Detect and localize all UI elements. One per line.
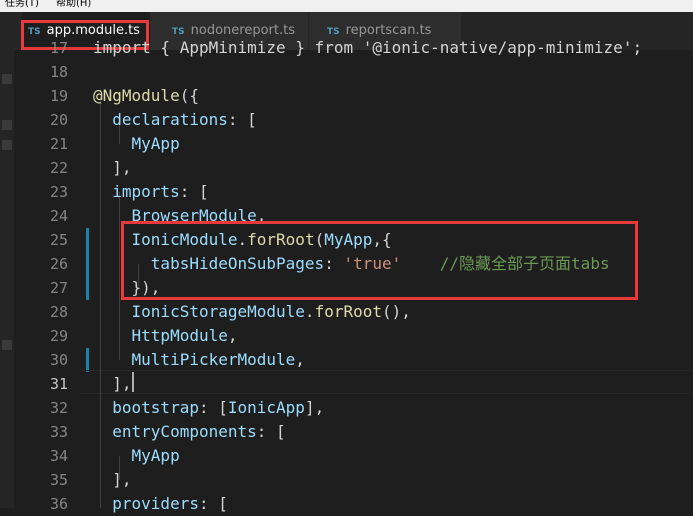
side-panel-strip (0, 50, 14, 508)
code-token: @NgModule (93, 86, 180, 105)
line-number: 27 (49, 279, 68, 297)
code-line[interactable]: ], (93, 156, 132, 180)
code-token: forRoot (314, 302, 382, 321)
line-number-gutter: 17 18 19 20 21 22 23 24 25 26 27 28 29 30 31 32 33 34 35 36 (14, 39, 89, 513)
menu-bar: 任务(T) 帮助(H) (0, 0, 693, 12)
code-line[interactable]: providers: [ (93, 492, 228, 516)
line-number: 26 (49, 255, 68, 273)
line-number: 21 (49, 135, 68, 153)
code-line[interactable]: MultiPickerModule, (93, 348, 305, 372)
line-number: 25 (49, 231, 68, 249)
code-token: import { AppMinimize } from '@ionic-nati… (93, 38, 643, 57)
code-token: ], (93, 374, 132, 393)
current-line-highlight (80, 370, 693, 394)
code-token: IonicStorageModule (131, 302, 305, 321)
code-token: MyApp (131, 134, 180, 153)
code-line[interactable]: declarations: [ (93, 108, 257, 132)
code-token: , (227, 326, 238, 345)
code-token: ({ (179, 86, 199, 105)
line-number: 36 (49, 495, 68, 513)
code-token: MultiPickerModule (131, 350, 296, 369)
code-token: providers (112, 494, 199, 513)
code-token: MyApp (131, 446, 180, 465)
line-number: 32 (49, 399, 68, 417)
code-line[interactable]: ], (93, 468, 132, 492)
line-number: 19 (49, 87, 68, 105)
code-token: ], (304, 398, 325, 417)
menu-item-tasks[interactable]: 任务(T) (5, 0, 39, 10)
line-number: 22 (49, 159, 68, 177)
line-number: 23 (49, 183, 68, 201)
code-token: imports (112, 182, 180, 201)
code-token: : [ (198, 494, 228, 513)
line-number: 24 (49, 207, 68, 225)
code-line[interactable]: bootstrap: [IonicApp], (93, 396, 324, 420)
line-number: 34 (49, 447, 68, 465)
line-number: 28 (49, 303, 68, 321)
text-cursor (132, 372, 134, 392)
code-line[interactable]: MyApp (93, 444, 180, 468)
line-number: 31 (49, 375, 68, 393)
code-token: HttpModule (131, 326, 228, 345)
code-line[interactable]: entryComponents: [ (93, 420, 286, 444)
code-token: : [ (198, 398, 228, 417)
menu-item-help[interactable]: 帮助(H) (56, 0, 91, 10)
line-number: 17 (49, 39, 68, 57)
code-line[interactable]: @NgModule({ (93, 84, 199, 108)
code-token: declarations (112, 110, 228, 129)
code-line[interactable]: HttpModule, (93, 324, 238, 348)
code-token: IonicApp (227, 398, 305, 417)
code-token: , (295, 350, 305, 369)
line-number: 29 (49, 327, 68, 345)
line-number: 20 (49, 111, 68, 129)
code-token: : [ (256, 422, 286, 441)
code-token: (), (382, 302, 411, 321)
code-line[interactable]: IonicStorageModule.forRoot(), (93, 300, 411, 324)
code-line[interactable]: MyApp (93, 132, 180, 156)
code-line[interactable]: ], (93, 372, 132, 396)
code-token: ], (93, 470, 132, 489)
code-token: . (304, 302, 315, 321)
code-token: entryComponents (112, 422, 257, 441)
code-line[interactable]: imports: [ (93, 180, 209, 204)
code-highlight-box (121, 221, 638, 300)
code-token: : [ (179, 182, 209, 201)
code-token: ], (93, 158, 132, 177)
line-number: 35 (49, 471, 68, 489)
line-number: 30 (49, 351, 68, 369)
code-line[interactable]: import { AppMinimize } from '@ionic-nati… (93, 36, 642, 60)
code-token: bootstrap (112, 398, 199, 417)
line-number: 33 (49, 423, 68, 441)
code-token: : [ (227, 110, 257, 129)
line-number: 18 (49, 63, 68, 81)
